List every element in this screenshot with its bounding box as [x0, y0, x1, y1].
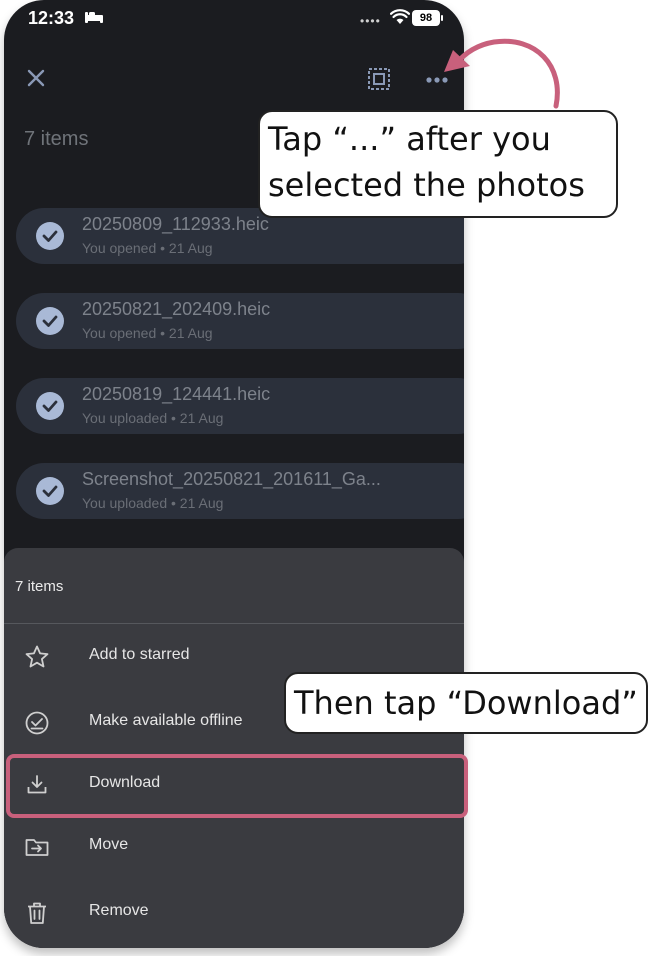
trash-icon — [28, 902, 46, 924]
selected-check-icon — [36, 392, 64, 420]
sheet-divider — [4, 623, 464, 624]
bottom-sheet: 7 items Add to starred Make available of… — [4, 548, 464, 948]
move-icon — [25, 839, 49, 856]
select-all-icon[interactable] — [366, 66, 392, 92]
file-name: 20250819_124441.heic — [82, 384, 271, 404]
action-move[interactable]: Move — [4, 816, 464, 878]
instruction-callout-step2: Then tap “Download” — [284, 672, 648, 734]
action-label: Add to starred — [89, 646, 190, 663]
file-meta: You uploaded • 21 Aug — [82, 410, 224, 426]
file-name: 20250809_112933.heic — [82, 214, 269, 234]
cellular-signal-icon: •••• — [360, 14, 381, 28]
file-row[interactable]: Screenshot_20250821_201611_Ga... You upl… — [16, 463, 464, 519]
file-name: Screenshot_20250821_201611_Ga... — [82, 469, 381, 489]
file-meta: You uploaded • 21 Aug — [82, 495, 224, 511]
battery-tip — [441, 15, 443, 21]
file-row[interactable]: 20250819_124441.heic You uploaded • 21 A… — [16, 378, 464, 434]
battery-level: 98 — [412, 10, 440, 26]
offline-icon — [25, 711, 49, 735]
callout-line: Tap “...” after you — [268, 120, 551, 158]
action-label: Make available offline — [89, 712, 243, 729]
wifi-icon — [390, 9, 410, 24]
instruction-callout-step1: Tap “...” after you selected the photos — [258, 110, 618, 218]
file-meta: You opened • 21 Aug — [82, 325, 213, 341]
file-name: 20250821_202409.heic — [82, 299, 271, 319]
action-remove[interactable]: Remove — [4, 882, 464, 944]
selected-check-icon — [36, 477, 64, 505]
sleep-icon — [85, 12, 103, 23]
star-icon — [25, 645, 49, 668]
status-bar: 12:33 •••• 98 — [4, 0, 464, 38]
status-time: 12:33 — [28, 8, 75, 28]
file-row[interactable]: 20250821_202409.heic You opened • 21 Aug — [16, 293, 464, 349]
callout-line: selected the photos — [268, 166, 585, 204]
selected-items-count: 7 items — [24, 128, 89, 150]
selected-check-icon — [36, 307, 64, 335]
close-icon[interactable] — [24, 66, 48, 90]
pointer-arrow-icon — [444, 38, 560, 109]
selected-check-icon — [36, 222, 64, 250]
file-meta: You opened • 21 Aug — [82, 240, 213, 256]
download-highlight-box — [6, 754, 468, 818]
sheet-title: 7 items — [15, 578, 64, 595]
action-label: Move — [89, 836, 129, 853]
action-label: Remove — [89, 902, 149, 919]
